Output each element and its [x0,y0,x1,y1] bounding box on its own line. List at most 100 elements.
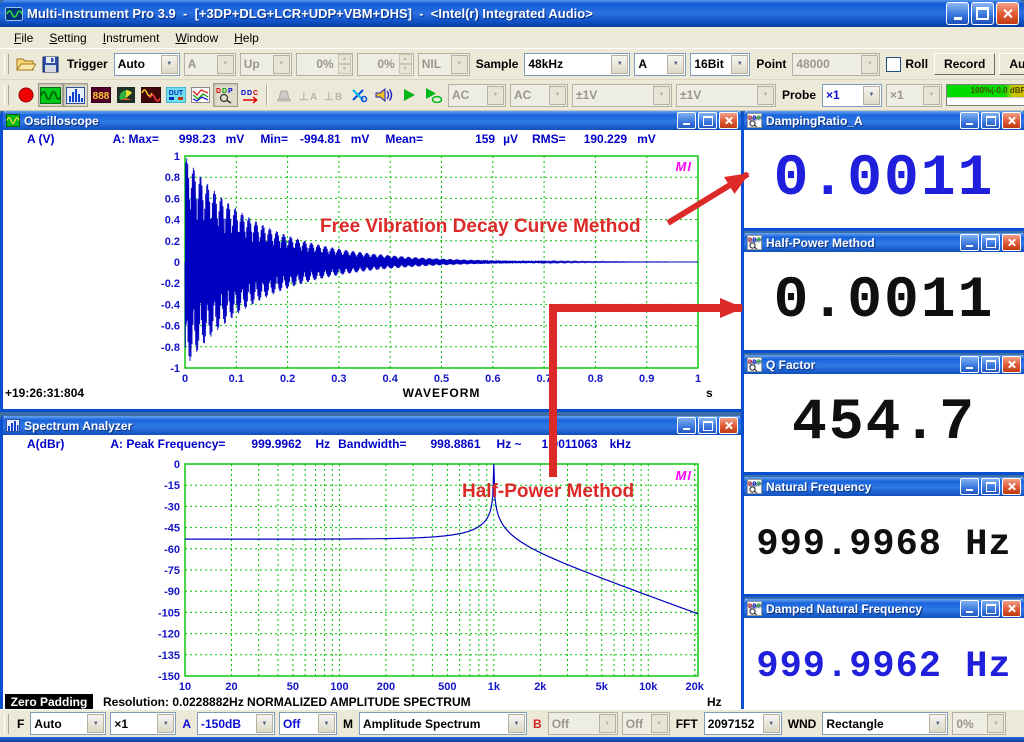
sound-output-button[interactable] [371,83,396,107]
svg-text:500: 500 [438,681,456,693]
save-disk-icon [42,56,59,73]
record-dot-icon [17,86,35,104]
svg-text:-0.6: -0.6 [161,321,180,333]
ddp-2-minimize-button[interactable] [960,356,979,373]
run-stop-button[interactable] [13,83,38,107]
frequency-multiplier-select[interactable]: ×1▼ [110,712,176,735]
oscilloscope-title: Oscilloscope [24,114,99,128]
restore-button[interactable] [971,2,994,25]
oscilloscope-minimize-button[interactable] [677,112,696,129]
ddp-3-close-button[interactable] [1002,478,1021,495]
close-button[interactable] [996,2,1019,25]
dropdown-arrow-icon[interactable]: ▼ [157,714,174,733]
svg-text:Zero Padding: Zero Padding [11,695,88,709]
sampling-rate-select[interactable]: 48kHz▼ [524,53,630,76]
menu-setting[interactable]: Setting [41,29,94,47]
ddp-3-maximize-button[interactable] [981,478,1000,495]
frequency-range-select[interactable]: Auto▼ [30,712,106,735]
dropdown-arrow-icon[interactable]: ▼ [863,86,880,105]
svg-text:10: 10 [179,681,191,693]
save-button[interactable] [38,52,63,76]
oscilloscope-titlebar[interactable]: Oscilloscope [3,111,741,130]
spectrum-maximize-button[interactable] [698,417,717,434]
a-compensation-select[interactable]: Off▼ [279,712,337,735]
oscilloscope-maximize-button[interactable] [698,112,717,129]
menu-instrument[interactable]: Instrument [95,29,168,47]
dropdown-arrow-icon[interactable]: ▼ [611,55,628,74]
spectrum-3d-plot-button[interactable] [113,83,138,107]
ddp-4-maximize-button[interactable] [981,600,1000,617]
oscilloscope-close-button[interactable] [719,112,738,129]
dropdown-arrow-icon[interactable]: ▼ [256,714,273,733]
ddp-0-maximize-button[interactable] [981,112,1000,129]
toolbar-spectrum-settings: FAuto▼×1▼A-150dB▼Off▼MAmplitude Spectrum… [0,709,1024,737]
record-button[interactable]: Record [934,53,995,75]
probe-calibration-button[interactable] [346,83,371,107]
ddp-viewer-button[interactable]: DDP [213,83,238,107]
roll-checkbox[interactable] [886,57,901,72]
spectrum-mode-select[interactable]: Amplitude Spectrum▼ [359,712,527,735]
spectrum-analyzer-button[interactable] [63,83,88,107]
fft-size-select[interactable]: 2097152▼ [704,712,782,735]
svg-text:0.9: 0.9 [639,373,654,385]
ddp-panel-titlebar[interactable]: DDPNatural Frequency [744,477,1024,496]
dropdown-arrow-icon[interactable]: ▼ [508,714,525,733]
open-file-button[interactable] [13,52,38,76]
titlebar[interactable]: Multi-Instrument Pro 3.9 - [+3DP+DLG+LCR… [0,0,1024,27]
svg-text:-75: -75 [164,565,180,577]
a-range-select[interactable]: -150dB▼ [197,712,275,735]
auto-scale-button[interactable]: Auto [999,53,1024,75]
dropdown-arrow-icon[interactable]: ▼ [318,714,335,733]
ddp-2-maximize-button[interactable] [981,356,1000,373]
minimize-button[interactable] [946,2,969,25]
roll-checkbox-label: Roll [905,57,928,71]
dropdown-arrow-icon[interactable]: ▼ [929,714,946,733]
play-button[interactable] [396,83,421,107]
ddp-panel-titlebar[interactable]: DDPQ Factor [744,355,1024,374]
oscilloscope-window: Oscilloscope A (V)A: Max=998.23mVMin=-99… [0,111,744,412]
menu-window[interactable]: Window [167,29,226,47]
multimeter-icon: 888 [91,87,111,103]
ddp-0-close-button[interactable] [1002,112,1021,129]
probe-a-select[interactable]: ×1▼ [822,84,882,107]
ddp-panel-titlebar[interactable]: DDPHalf-Power Method [744,233,1024,252]
fft-label: FFT [676,717,698,731]
ddp-3-minimize-button[interactable] [960,478,979,495]
multimeter-button[interactable]: 888 [88,83,113,107]
spectrum-minimize-button[interactable] [677,417,696,434]
dropdown-arrow-icon[interactable]: ▼ [87,714,104,733]
window-function-select[interactable]: Rectangle▼ [822,712,948,735]
ddp-0-minimize-button[interactable] [960,112,979,129]
dropdown-arrow-icon[interactable]: ▼ [161,55,178,74]
data-logger-button[interactable] [188,83,213,107]
loop-play-button[interactable] [421,83,446,107]
svg-text:-15: -15 [164,480,180,492]
ddp-1-maximize-button[interactable] [981,234,1000,251]
ddp-1-minimize-button[interactable] [960,234,979,251]
menu-help[interactable]: Help [226,29,267,47]
oscilloscope-button[interactable] [38,83,63,107]
ddc-button[interactable]: DDC [238,83,263,107]
dropdown-arrow-icon[interactable]: ▼ [763,714,780,733]
trigger-mode-select[interactable]: Auto▼ [114,53,180,76]
bit-depth-select[interactable]: 16Bit▼ [690,53,750,76]
signal-generator-button[interactable] [138,83,163,107]
ddp-4-minimize-button[interactable] [960,600,979,617]
dropdown-arrow-icon[interactable]: ▼ [667,55,684,74]
spectrum-close-button[interactable] [719,417,738,434]
mdi-workspace: Oscilloscope A (V)A: Max=998.23mVMin=-99… [0,111,1024,709]
svg-text:0.2: 0.2 [280,373,295,385]
ddp-2-close-button[interactable] [1002,356,1021,373]
ddp-panel-titlebar[interactable]: DDPDampingRatio_A [744,111,1024,130]
sampling-channel-select[interactable]: A▼ [634,53,686,76]
svg-text:2k: 2k [534,681,547,693]
spectrum-titlebar[interactable]: Spectrum Analyzer [3,416,741,435]
menu-file[interactable]: File [6,29,41,47]
maximize-icon [986,238,996,248]
ddp-4-close-button[interactable] [1002,600,1021,617]
device-test-plan-button[interactable]: DUT [163,83,188,107]
ddp-panel-titlebar[interactable]: DDPDamped Natural Frequency [744,599,1024,618]
ddp-1-close-button[interactable] [1002,234,1021,251]
dropdown-arrow-icon[interactable]: ▼ [731,55,748,74]
oscilloscope-window-icon [6,114,20,127]
